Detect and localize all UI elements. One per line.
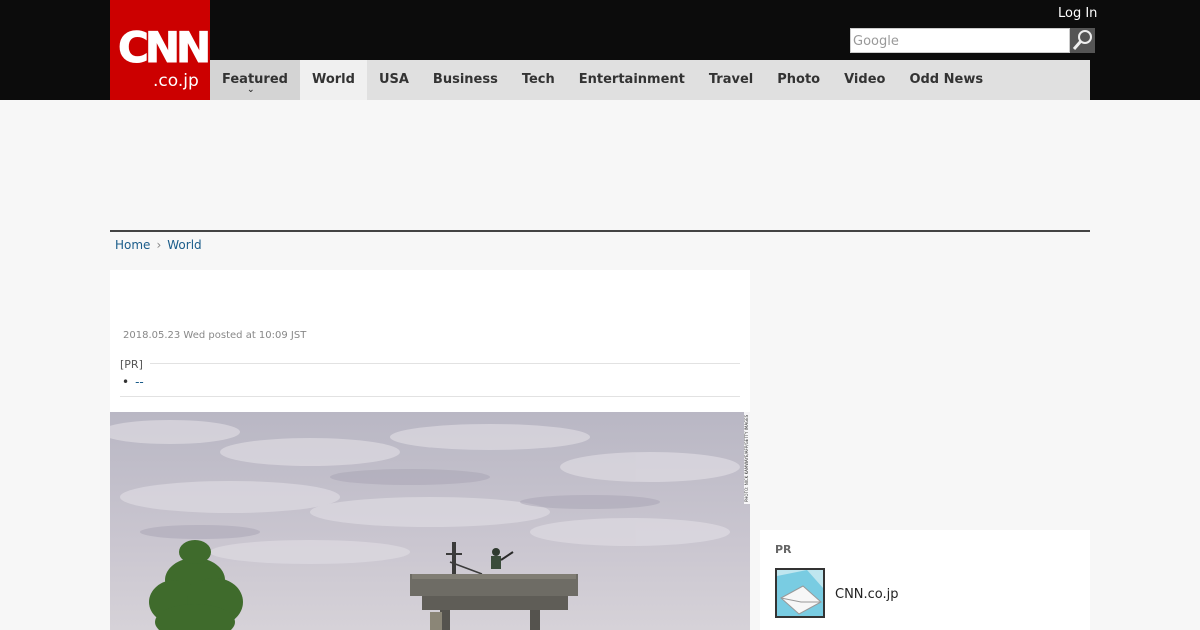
sidebar-pr-widget: PR CNN.co.jp (760, 530, 1090, 630)
sidebar-pr-thumbnail[interactable] (775, 568, 825, 618)
section-divider (110, 230, 1090, 232)
nav-item-usa[interactable]: USA (367, 60, 421, 100)
sidebar-pr-heading: PR (775, 543, 792, 556)
chevron-down-icon: ⌄ (247, 85, 255, 95)
article-card: 2018.05.23 Wed posted at 10:09 JST [PR] … (110, 270, 750, 630)
pr-label: [PR] (120, 358, 143, 371)
envelope-icon (777, 570, 823, 616)
pr-divider (150, 363, 740, 364)
magnifier-icon (1072, 30, 1092, 50)
pr-link[interactable]: -- (135, 375, 144, 389)
search-input[interactable]: Google (850, 28, 1070, 53)
nav-item-tech[interactable]: Tech (510, 60, 567, 100)
main-nav: Featured ⌄ World USA Business Tech Enter… (210, 60, 1090, 100)
sidebar-pr-title[interactable]: CNN.co.jp (835, 587, 899, 602)
breadcrumb-separator-icon: › (156, 238, 162, 252)
search-button[interactable] (1070, 28, 1095, 53)
breadcrumb-home[interactable]: Home (115, 238, 150, 252)
bullet-icon: • (122, 375, 130, 389)
posted-timestamp: 2018.05.23 Wed posted at 10:09 JST (123, 330, 307, 341)
breadcrumb: Home › World (115, 238, 202, 252)
nav-item-video[interactable]: Video (832, 60, 897, 100)
logo-main-text: CNN (117, 23, 211, 72)
login-link[interactable]: Log In (1058, 6, 1097, 21)
nav-item-world[interactable]: World (299, 60, 367, 100)
nav-item-travel[interactable]: Travel (697, 60, 765, 100)
cnn-logo[interactable]: CNN .co.jp (110, 0, 212, 100)
nav-item-business[interactable]: Business (421, 60, 510, 100)
nav-item-odd-news[interactable]: Odd News (897, 60, 995, 100)
logo-sub-text: .co.jp (153, 71, 199, 91)
pr-list-item: • -- (122, 375, 144, 389)
nav-item-featured[interactable]: Featured ⌄ (210, 60, 300, 100)
pr-divider-bottom (120, 396, 740, 397)
nav-item-photo[interactable]: Photo (765, 60, 832, 100)
article-photo: PHOTO: NICK KAMWAYE/AFP/GETTY IMAGES (110, 412, 750, 630)
breadcrumb-world[interactable]: World (167, 238, 201, 252)
nav-item-entertainment[interactable]: Entertainment (567, 60, 697, 100)
photo-credit: PHOTO: NICK KAMWAYE/AFP/GETTY IMAGES (744, 414, 749, 502)
nav-item-label: Featured (222, 72, 288, 87)
